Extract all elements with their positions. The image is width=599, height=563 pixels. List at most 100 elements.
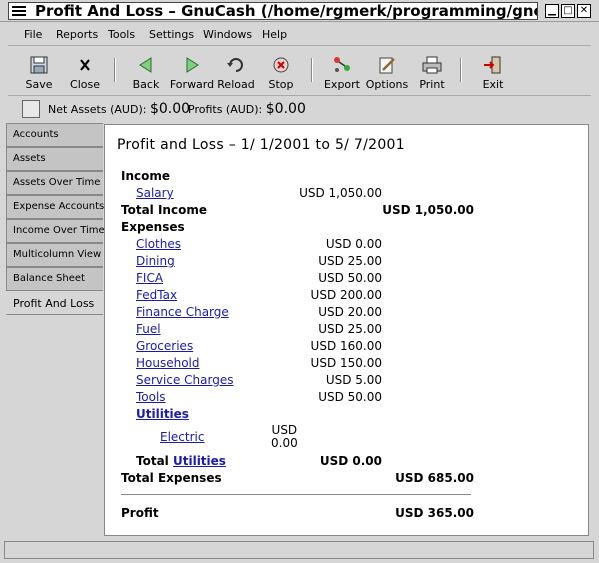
tab-income-over-time[interactable]: Income Over Time <box>6 219 105 243</box>
total-prefix: Total <box>136 454 169 468</box>
menu-reports[interactable]: Reports <box>56 28 98 41</box>
menu-settings[interactable]: Settings <box>149 28 194 41</box>
stop-icon <box>273 57 289 73</box>
window-menu-icon[interactable] <box>10 4 28 18</box>
total-divider <box>121 494 471 495</box>
menu-windows[interactable]: Windows <box>203 28 252 41</box>
back-button[interactable]: Back <box>123 50 169 94</box>
total-income-label: Total Income <box>121 203 207 217</box>
toolbar-separator <box>460 58 462 82</box>
tab-multicolumn-view[interactable]: Multicolumn View <box>6 243 103 267</box>
expense-value: USD 50.00 <box>318 271 382 285</box>
report-title: Profit and Loss – 1/ 1/2001 to 5/ 7/2001 <box>117 137 405 153</box>
profits-value: $0.00 <box>265 101 306 117</box>
total-utilities-row: Total Utilities USD 0.00 <box>105 454 588 470</box>
tab-assets[interactable]: Assets <box>6 147 103 171</box>
expense-value: USD 0.00 <box>325 237 382 251</box>
reload-button[interactable]: Reload <box>213 50 259 94</box>
tab-expense-accounts[interactable]: Expense Accounts <box>6 195 104 219</box>
toolbar: Save Close Back Forward Reload Stop Expo… <box>8 48 591 96</box>
back-arrow-icon <box>139 57 152 73</box>
summary-handle-icon[interactable] <box>22 100 40 118</box>
profit-value: USD 365.00 <box>395 506 474 520</box>
reload-icon <box>227 58 243 72</box>
electric-row: Electric <box>105 430 588 446</box>
menu-help[interactable]: Help <box>262 28 287 41</box>
window-title-box[interactable]: Profit And Loss – GnuCash (/home/rgmerk/… <box>8 2 538 20</box>
expense-row: Service Charges USD 5.00 <box>105 373 588 389</box>
forward-button[interactable]: Forward <box>169 50 215 94</box>
income-heading-row: Income <box>105 169 588 185</box>
expense-row: Tools USD 50.00 <box>105 390 588 406</box>
total-utilities-link[interactable]: Utilities <box>173 454 226 468</box>
expense-row: Dining USD 25.00 <box>105 254 588 270</box>
back-label: Back <box>132 78 160 91</box>
save-button[interactable]: Save <box>16 50 62 94</box>
exit-label: Exit <box>482 78 504 91</box>
close-label: Close <box>70 78 100 91</box>
expense-value: USD 150.00 <box>310 356 382 370</box>
profit-row: Profit USD 365.00 <box>105 506 588 522</box>
expense-value: USD 25.00 <box>318 322 382 336</box>
toolbar-separator <box>311 58 313 82</box>
options-button[interactable]: Options <box>364 50 410 94</box>
expense-row: FICA USD 50.00 <box>105 271 588 287</box>
electric-value: USD 0.00 <box>271 424 298 450</box>
export-icon <box>334 57 350 72</box>
expense-value: USD 5.00 <box>325 373 382 387</box>
menu-file[interactable]: File <box>24 28 42 41</box>
expense-account-link[interactable]: Fuel <box>136 322 161 336</box>
salary-link[interactable]: Salary <box>136 186 174 200</box>
exit-button[interactable]: Exit <box>470 50 516 94</box>
tab-balance-sheet[interactable]: Balance Sheet <box>6 267 103 291</box>
expense-account-link[interactable]: FedTax <box>136 288 177 302</box>
options-icon <box>379 57 395 74</box>
print-label: Print <box>419 78 445 91</box>
total-income-value: USD 1,050.00 <box>382 203 474 217</box>
stop-label: Stop <box>268 78 294 91</box>
window-close-icon[interactable]: ✕ <box>577 4 591 18</box>
export-button[interactable]: Export <box>319 50 365 94</box>
expense-account-link[interactable]: Clothes <box>136 237 181 251</box>
expense-row: Clothes USD 0.00 <box>105 237 588 253</box>
expense-value: USD 20.00 <box>318 305 382 319</box>
income-heading: Income <box>121 169 171 183</box>
expense-account-link[interactable]: Service Charges <box>136 373 233 387</box>
tab-accounts[interactable]: Accounts <box>6 123 103 147</box>
expense-account-link[interactable]: FICA <box>136 271 163 285</box>
report-tabs: Accounts Assets Assets Over Time Expense… <box>6 123 105 315</box>
print-button[interactable]: Print <box>409 50 455 94</box>
maximize-icon[interactable]: □ <box>561 4 575 18</box>
expense-account-link[interactable]: Household <box>136 356 200 370</box>
net-assets-value: $0.00 <box>149 101 191 117</box>
summary-bar: Net Assets (AUD): $0.00 Profits (AUD): $… <box>8 98 591 120</box>
forward-arrow-icon <box>186 57 199 73</box>
expense-account-link[interactable]: Tools <box>136 390 166 404</box>
expense-account-link[interactable]: Finance Charge <box>136 305 229 319</box>
close-button[interactable]: Close <box>62 50 108 94</box>
toolbar-separator <box>114 58 116 82</box>
menu-tools[interactable]: Tools <box>108 28 135 41</box>
utilities-link[interactable]: Utilities <box>136 407 189 421</box>
salary-row: Salary USD 1,050.00 <box>105 186 588 202</box>
close-icon <box>80 59 90 71</box>
total-utilities-value: USD 0.00 <box>319 454 382 468</box>
expense-value: USD 50.00 <box>318 390 382 404</box>
electric-link[interactable]: Electric <box>160 430 204 444</box>
expense-row: FedTax USD 200.00 <box>105 288 588 304</box>
exit-icon <box>484 56 501 74</box>
expense-account-link[interactable]: Dining <box>136 254 175 268</box>
window-title: Profit And Loss – GnuCash (/home/rgmerk/… <box>35 2 538 20</box>
stop-button[interactable]: Stop <box>258 50 304 94</box>
total-utilities-label: Total Utilities <box>136 454 226 468</box>
report-view: Profit and Loss – 1/ 1/2001 to 5/ 7/2001… <box>104 124 589 536</box>
expense-row: Fuel USD 25.00 <box>105 322 588 338</box>
status-bar <box>4 541 594 559</box>
tab-profit-and-loss[interactable]: Profit And Loss <box>6 291 103 315</box>
profit-label: Profit <box>121 506 159 520</box>
tab-assets-over-time[interactable]: Assets Over Time <box>6 171 103 195</box>
expense-account-link[interactable]: Groceries <box>136 339 193 353</box>
net-assets-summary: Net Assets (AUD): $0.00 <box>48 101 190 117</box>
expenses-heading-row: Expenses <box>105 220 588 236</box>
minimize-icon[interactable]: ▁ <box>545 4 559 18</box>
